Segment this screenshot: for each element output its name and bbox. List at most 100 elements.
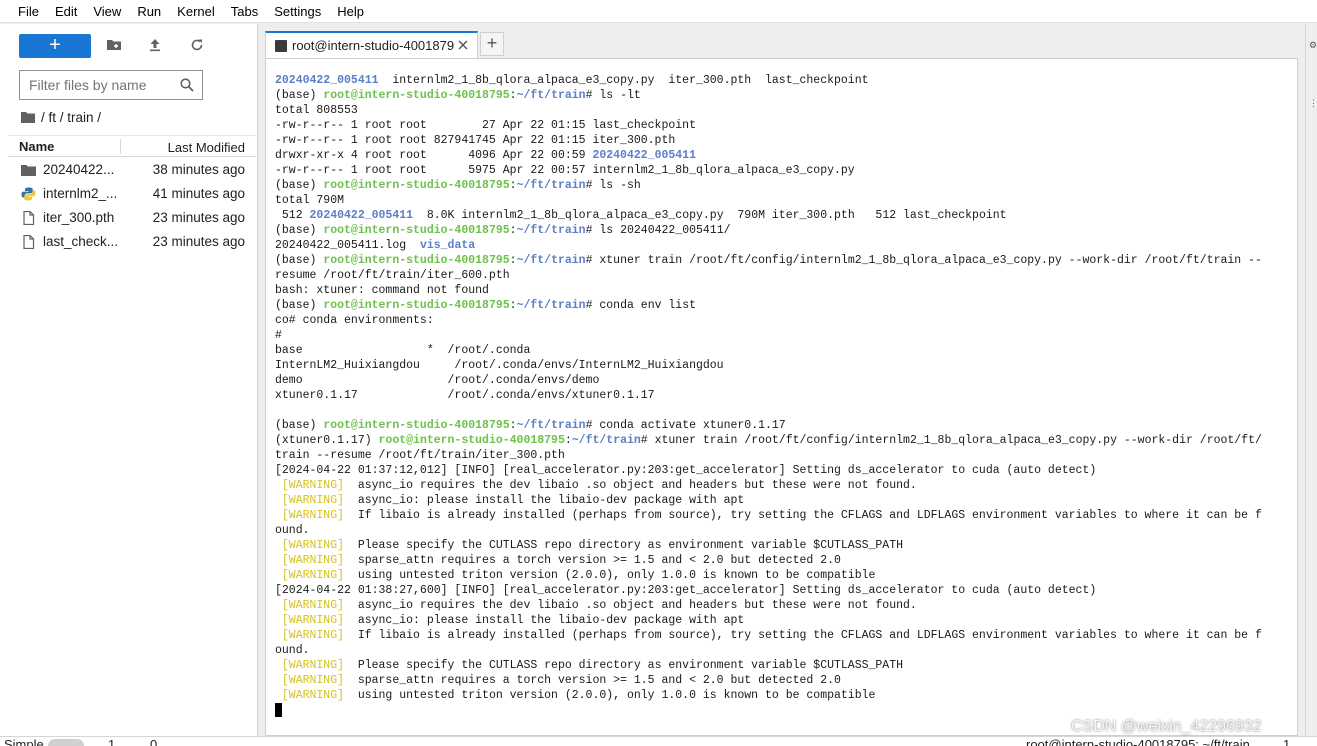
column-divider <box>120 139 121 154</box>
file-row[interactable]: internlm2_... 41 minutes ago <box>8 182 256 206</box>
terminal-segment: root@intern-studio-40018795 <box>323 89 510 102</box>
menu-kernel[interactable]: Kernel <box>169 0 223 23</box>
close-icon[interactable] <box>457 39 469 51</box>
file-name: iter_300.pth <box>43 210 115 225</box>
file-name: last_check... <box>43 234 119 249</box>
terminal-segment: bash: xtuner: command not found <box>275 284 489 297</box>
terminal-count[interactable]: 1 <box>108 738 115 746</box>
filter-input[interactable] <box>20 71 170 99</box>
add-tab-button[interactable]: + <box>480 32 504 56</box>
terminal-segment: : <box>509 224 517 237</box>
menu-help[interactable]: Help <box>329 0 372 23</box>
upload-icon[interactable] <box>147 37 163 53</box>
terminal-segment: (base) <box>275 224 324 237</box>
terminal-segment: -rw-r--r-- 1 root root 27 Apr 22 01:15 l… <box>275 119 696 132</box>
new-launcher-button[interactable]: + <box>19 34 91 58</box>
simple-mode-toggle[interactable] <box>48 739 84 746</box>
menu-tabs[interactable]: Tabs <box>223 0 266 23</box>
terminal-segment: total 808553 <box>275 104 358 117</box>
terminal-line: total 790M <box>275 193 1295 208</box>
terminal-line: # <box>275 328 1295 343</box>
terminal-segment: # ls -sh <box>585 179 641 192</box>
terminal-segment: InternLM2_Huixiangdou /root/.conda/envs/… <box>275 359 724 372</box>
terminal-line: (base) root@intern-studio-40018795:~/ft/… <box>275 253 1295 268</box>
terminal-segment: root@intern-studio-40018795 <box>378 434 565 447</box>
file-row[interactable]: 20240422... 38 minutes ago <box>8 158 256 182</box>
terminal-line: [WARNING] sparse_attn requires a torch v… <box>275 673 1295 688</box>
terminal-segment: : <box>509 179 517 192</box>
terminal-segment: ~/ft/train <box>516 299 586 312</box>
terminal-segment: [WARNING] <box>275 479 351 492</box>
breadcrumb[interactable]: / ft / train / <box>21 108 101 126</box>
terminal-segment: internlm2_1_8b_qlora_alpaca_e3_copy.py i… <box>378 74 869 87</box>
terminal-segment: : <box>509 299 517 312</box>
menu-settings[interactable]: Settings <box>266 0 329 23</box>
status-terminal-name: root@intern-studio-40018795: ~/ft/train <box>1026 737 1250 746</box>
terminal-segment: total 790M <box>275 194 345 207</box>
file-browser-toolbar: + <box>0 32 258 60</box>
terminal-segment: [WARNING] <box>275 539 351 552</box>
terminal-segment: train --resume /root/ft/train/iter_300.p… <box>275 449 565 462</box>
terminal-line: demo /root/.conda/envs/demo <box>275 373 1295 388</box>
terminal-segment: root@intern-studio-40018795 <box>323 254 510 267</box>
file-icon <box>21 234 36 250</box>
right-sidebar: ⚙ ⋮ <box>1305 24 1317 736</box>
terminal-segment: ound. <box>275 524 310 537</box>
terminal-segment: # ls 20240422_005411/ <box>585 224 731 237</box>
menu-edit[interactable]: Edit <box>47 0 85 23</box>
terminal-segment: drwxr-xr-x 4 root root 4096 Apr 22 00:59 <box>275 149 593 162</box>
menu-file[interactable]: File <box>10 0 47 23</box>
terminal-segment: resume /root/ft/train/iter_600.pth <box>275 269 510 282</box>
column-name-header[interactable]: Name <box>19 139 54 154</box>
terminal-segment: Please specify the CUTLASS repo director… <box>350 539 904 552</box>
terminal-segment: [WARNING] <box>275 569 351 582</box>
terminal-line: [WARNING] Please specify the CUTLASS rep… <box>275 538 1295 553</box>
terminal-line: [WARNING] sparse_attn requires a torch v… <box>275 553 1295 568</box>
terminal-line: [WARNING] async_io: please install the l… <box>275 493 1295 508</box>
terminal-segment: Please specify the CUTLASS repo director… <box>350 659 904 672</box>
menu-view[interactable]: View <box>85 0 129 23</box>
terminal-line: [2024-04-22 01:38:27,600] [INFO] [real_a… <box>275 583 1295 598</box>
terminal-segment: If libaio is already installed (perhaps … <box>350 629 1262 642</box>
terminal-line: 20240422_005411.log vis_data <box>275 238 1295 253</box>
terminal-line: drwxr-xr-x 4 root root 4096 Apr 22 00:59… <box>275 148 1295 163</box>
terminal-segment: async_io: please install the libaio-dev … <box>350 614 745 627</box>
terminal-segment: # xtuner train /root/ft/config/internlm2… <box>585 254 1262 267</box>
file-modified: 23 minutes ago <box>152 210 245 225</box>
tab-label: root@intern-studio-40018795: ~/ft/train <box>292 38 455 53</box>
terminal-segment: If libaio is already installed (perhaps … <box>350 509 1262 522</box>
terminal-line: -rw-r--r-- 1 root root 27 Apr 22 01:15 l… <box>275 118 1295 133</box>
column-modified-header[interactable]: Last Modified <box>168 140 245 155</box>
file-filter[interactable] <box>19 70 203 100</box>
refresh-icon[interactable] <box>189 37 205 53</box>
kernel-count[interactable]: 0 <box>150 738 157 746</box>
folder-icon[interactable] <box>21 111 35 123</box>
mode-label: Simple <box>4 737 44 746</box>
terminal-segment: [WARNING] <box>275 674 351 687</box>
menu-run[interactable]: Run <box>129 0 169 23</box>
debugger-icon[interactable]: ⋮ <box>1309 98 1317 109</box>
new-folder-icon[interactable] <box>106 37 122 53</box>
terminal-segment: # conda activate xtuner0.1.17 <box>585 419 786 432</box>
breadcrumb-path[interactable]: / ft / train / <box>41 110 101 125</box>
terminal-segment: ~/ft/train <box>571 434 641 447</box>
terminal-segment: (base) <box>275 89 324 102</box>
terminal-segment: sparse_attn requires a torch version >= … <box>350 554 841 567</box>
terminal-line: ound. <box>275 523 1295 538</box>
terminal-segment: (xtuner0.1.17) <box>275 434 379 447</box>
terminal-segment: [WARNING] <box>275 599 351 612</box>
terminal-line: ound. <box>275 643 1295 658</box>
terminal-segment: ~/ft/train <box>516 224 586 237</box>
file-row[interactable]: iter_300.pth 23 minutes ago <box>8 206 256 230</box>
file-row[interactable]: last_check... 23 minutes ago <box>8 230 256 254</box>
terminal-line: [2024-04-22 01:37:12,012] [INFO] [real_a… <box>275 463 1295 478</box>
menu-bar: File Edit View Run Kernel Tabs Settings Help <box>0 0 1317 23</box>
terminal-segment: root@intern-studio-40018795 <box>323 224 510 237</box>
terminal-segment: 20240422_005411 <box>592 149 696 162</box>
terminal-panel[interactable]: 20240422_005411 internlm2_1_8b_qlora_alp… <box>265 58 1298 736</box>
property-inspector-icon[interactable]: ⚙ <box>1309 40 1317 51</box>
tab-terminal[interactable]: root@intern-studio-40018795: ~/ft/train <box>265 31 478 58</box>
terminal-segment: # ls -lt <box>585 89 641 102</box>
terminal-output: 20240422_005411 internlm2_1_8b_qlora_alp… <box>275 73 1295 718</box>
